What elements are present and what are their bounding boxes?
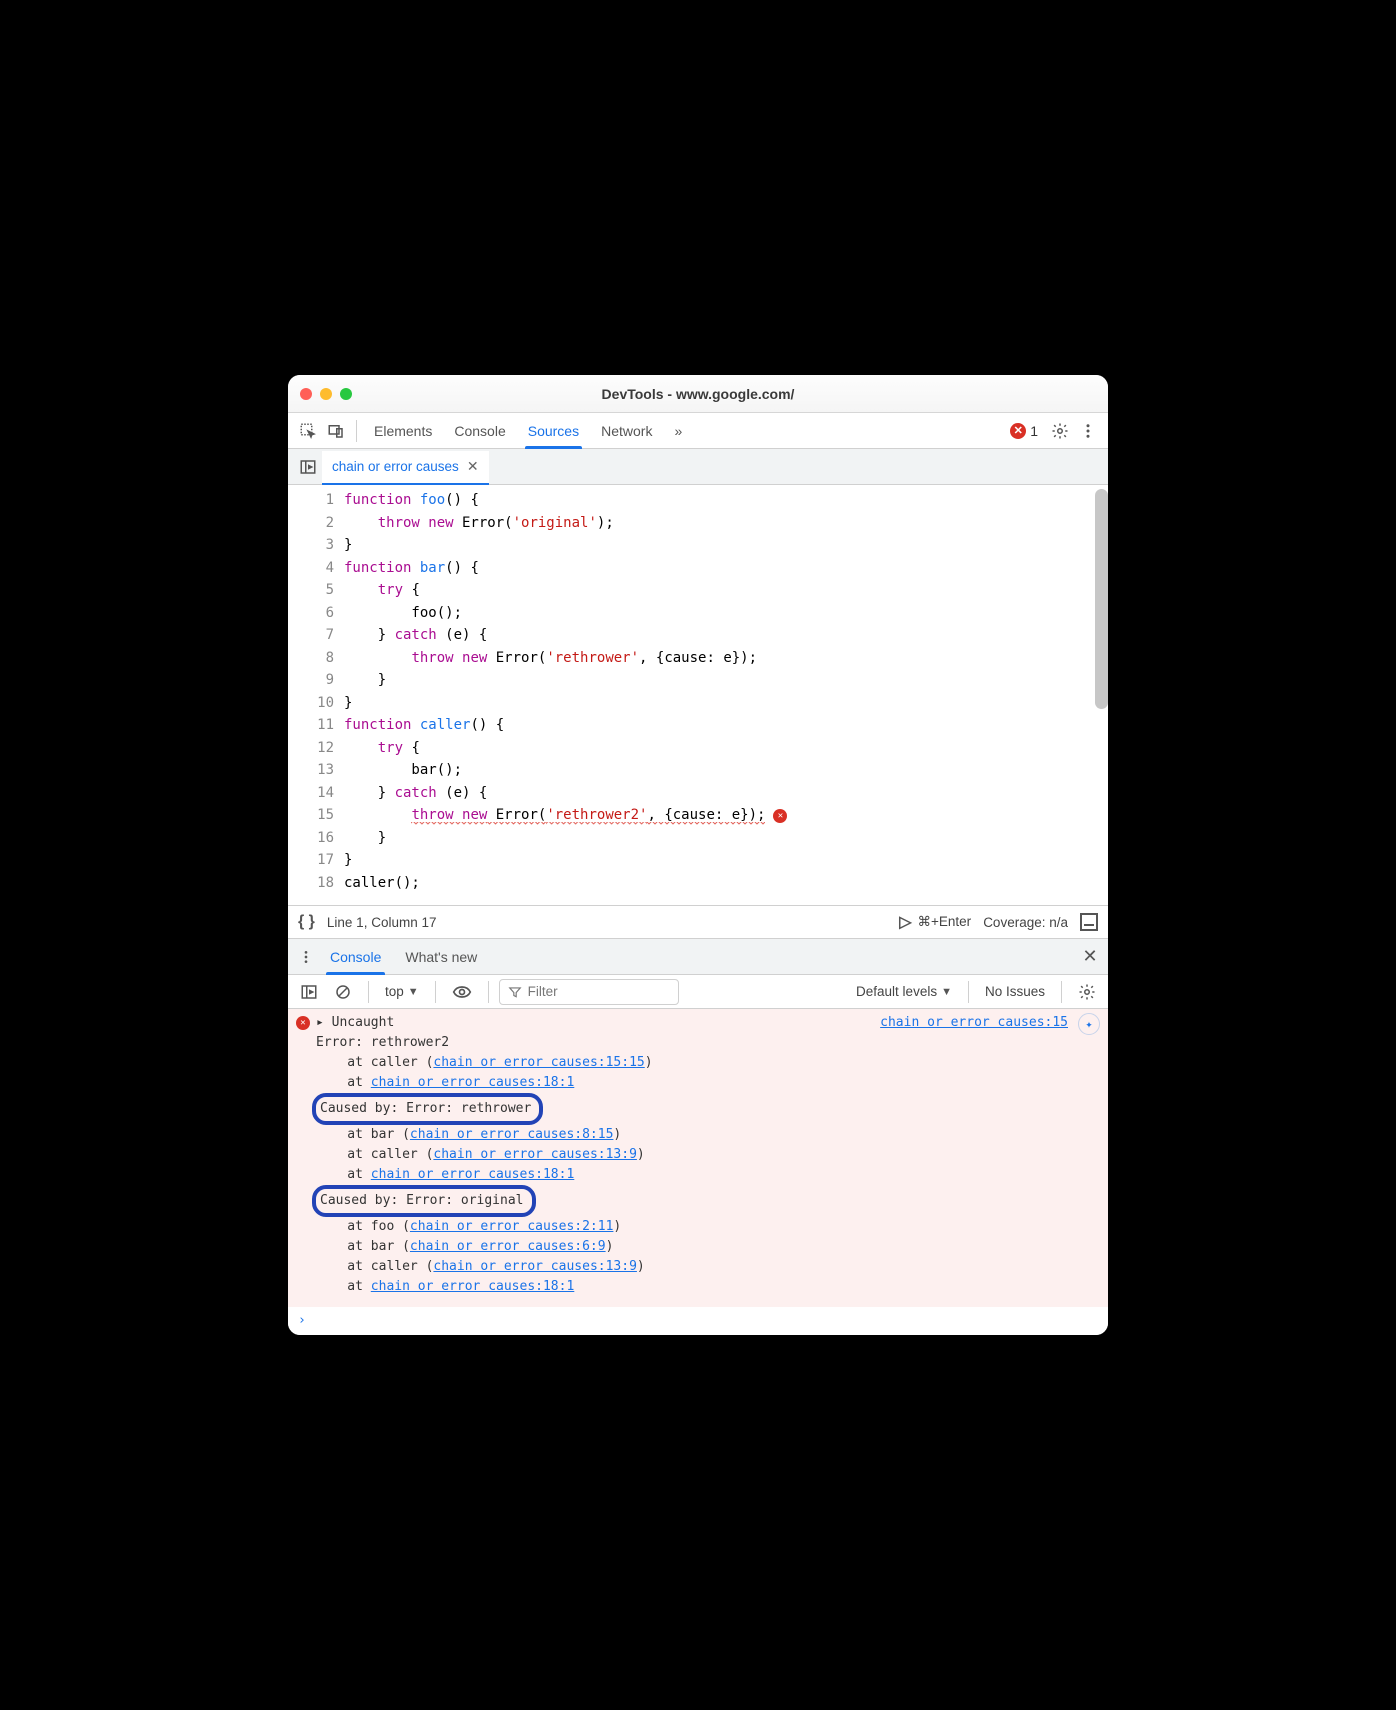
devtools-window: DevTools - www.google.com/ ElementsConso… (288, 375, 1108, 1335)
main-toolbar: ElementsConsoleSourcesNetwork » ✕ 1 (288, 413, 1108, 449)
clear-console-icon[interactable] (328, 979, 358, 1005)
issues-label[interactable]: No Issues (979, 979, 1051, 1005)
file-tab[interactable]: chain or error causes ✕ (322, 451, 489, 485)
error-counter[interactable]: ✕ 1 (1010, 423, 1038, 439)
close-window-button[interactable] (300, 388, 312, 400)
scrollbar-thumb[interactable] (1095, 489, 1108, 709)
code-area[interactable]: function foo() { throw new Error('origin… (344, 485, 1108, 905)
close-tab-icon[interactable]: ✕ (467, 458, 479, 475)
window-title: DevTools - www.google.com/ (602, 386, 795, 402)
file-tab-label: chain or error causes (332, 459, 459, 474)
stack-source-link[interactable]: chain or error causes:18:1 (371, 1279, 575, 1294)
ai-explain-icon[interactable]: ✦ (1078, 1013, 1100, 1035)
navigator-toggle-icon[interactable] (294, 449, 322, 484)
device-toggle-icon[interactable] (322, 417, 350, 445)
stack-source-link[interactable]: chain or error causes:15:15 (433, 1055, 644, 1070)
cursor-position: Line 1, Column 17 (327, 915, 437, 930)
stack-source-link[interactable]: chain or error causes:13:9 (433, 1147, 637, 1162)
drawer-close-icon[interactable]: ✕ (1078, 939, 1102, 974)
error-icon: ✕ (296, 1016, 310, 1030)
error-source-link[interactable]: chain or error causes:15 (880, 1013, 1068, 1033)
inspect-icon[interactable] (294, 417, 322, 445)
kebab-menu-icon[interactable] (1074, 417, 1102, 445)
tab-sources[interactable]: Sources (517, 413, 590, 448)
file-tab-bar: chain or error causes ✕ (288, 449, 1108, 485)
context-selector[interactable]: top ▼ (379, 979, 425, 1005)
dock-icon[interactable] (1080, 913, 1098, 931)
tab-elements[interactable]: Elements (363, 413, 443, 448)
error-icon: ✕ (1010, 423, 1026, 439)
code-editor[interactable]: 123456789101112131415161718 function foo… (288, 485, 1108, 905)
line-error-icon[interactable]: ✕ (773, 809, 787, 823)
error-count: 1 (1030, 423, 1038, 439)
run-shortcut: ⌘+Enter (918, 914, 972, 930)
stack-source-link[interactable]: chain or error causes:8:15 (410, 1127, 614, 1142)
run-icon[interactable]: ▷ (899, 912, 911, 932)
console-toolbar: top ▼ Filter Default levels ▼ No Issues (288, 975, 1108, 1009)
gear-icon[interactable] (1046, 417, 1074, 445)
traffic-lights (300, 388, 352, 400)
log-levels-selector[interactable]: Default levels ▼ (850, 979, 958, 1005)
tab-console[interactable]: Console (443, 413, 516, 448)
stack-source-link[interactable]: chain or error causes:2:11 (410, 1219, 614, 1234)
caused-by-callout: Caused by: Error: rethrower (312, 1093, 543, 1125)
stack-source-link[interactable]: chain or error causes:18:1 (371, 1075, 575, 1090)
zoom-window-button[interactable] (340, 388, 352, 400)
console-sidebar-toggle-icon[interactable] (294, 979, 324, 1005)
stack-source-link[interactable]: chain or error causes:13:9 (433, 1259, 637, 1274)
console-error-block: ✕ ▸ UncaughtError: rethrower2 at caller … (288, 1009, 1108, 1307)
console-filter-input[interactable]: Filter (499, 979, 679, 1005)
minimize-window-button[interactable] (320, 388, 332, 400)
divider (356, 420, 357, 442)
drawer-kebab-icon[interactable] (294, 939, 318, 974)
live-expression-icon[interactable] (446, 979, 478, 1005)
stack-source-link[interactable]: chain or error causes:6:9 (410, 1239, 606, 1254)
titlebar: DevTools - www.google.com/ (288, 375, 1108, 413)
pretty-print-icon[interactable]: { } (298, 913, 315, 931)
drawer-tab-what-s-new[interactable]: What's new (393, 939, 489, 974)
caused-by-callout: Caused by: Error: original (312, 1185, 536, 1217)
console-prompt[interactable]: › (288, 1307, 1108, 1335)
stack-source-link[interactable]: chain or error causes:18:1 (371, 1167, 575, 1182)
line-gutter: 123456789101112131415161718 (288, 485, 344, 905)
coverage-label: Coverage: n/a (983, 915, 1068, 930)
tab-network[interactable]: Network (590, 413, 663, 448)
editor-statusbar: { } Line 1, Column 17 ▷ ⌘+Enter Coverage… (288, 905, 1108, 939)
console-body: ✕ ▸ UncaughtError: rethrower2 at caller … (288, 1009, 1108, 1335)
drawer-tabbar: ConsoleWhat's new ✕ (288, 939, 1108, 975)
drawer-tab-console[interactable]: Console (318, 939, 393, 974)
console-settings-icon[interactable] (1072, 979, 1102, 1005)
chevron-down-icon: ▼ (941, 986, 952, 998)
chevron-down-icon: ▼ (408, 986, 419, 998)
tabs-overflow[interactable]: » (663, 413, 693, 448)
